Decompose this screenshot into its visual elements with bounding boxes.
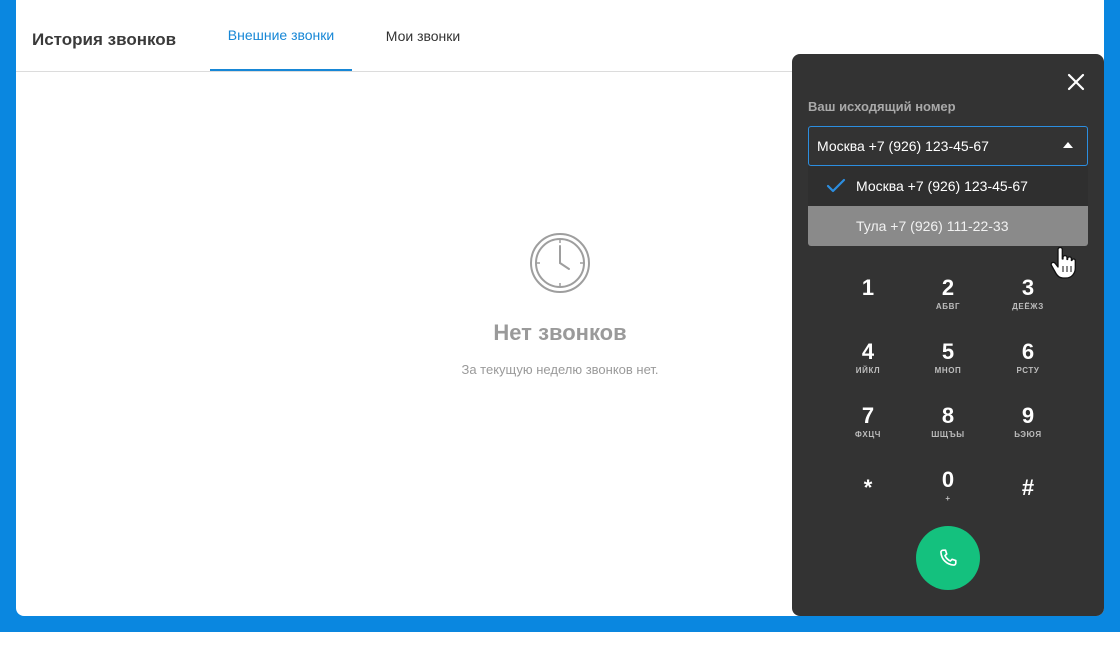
dialer-panel: Ваш исходящий номер Москва +7 (926) 123-… — [792, 54, 1104, 616]
tab-external-calls[interactable]: Внешние звонки — [210, 0, 352, 71]
option-label: Москва +7 (926) 123-45-67 — [856, 178, 1028, 194]
chevron-up-icon[interactable] — [1063, 142, 1073, 148]
close-icon[interactable] — [1064, 70, 1088, 94]
key-star[interactable]: * — [833, 461, 903, 517]
key-letters: АБВГ — [935, 302, 961, 311]
outgoing-number-label: Ваш исходящий номер — [808, 99, 956, 114]
empty-state-title: Нет звонков — [493, 320, 627, 345]
key-letters: МНОП — [934, 366, 962, 375]
key-7[interactable]: 7 ФХЦЧ — [833, 397, 903, 453]
key-letters: ДЕЁЖЗ — [1012, 302, 1044, 311]
tab-my-calls[interactable]: Мои звонки — [368, 0, 478, 71]
phone-icon — [940, 549, 957, 566]
empty-state: Нет звонков За текущую неделю звонков не… — [360, 232, 760, 377]
key-6[interactable]: 6 РСТУ — [993, 333, 1063, 389]
key-letters: ФХЦЧ — [854, 430, 882, 439]
call-button[interactable] — [916, 526, 980, 590]
key-1[interactable]: 1 — [833, 269, 903, 325]
key-5[interactable]: 5 МНОП — [913, 333, 983, 389]
key-0[interactable]: 0 + — [913, 461, 983, 517]
key-digit: 1 — [861, 275, 875, 300]
dropdown-option-tula[interactable]: Тула +7 (926) 111-22-33 — [808, 206, 1088, 246]
dropdown-option-moscow[interactable]: Москва +7 (926) 123-45-67 — [808, 166, 1088, 206]
key-digit: 9 — [1021, 403, 1035, 428]
key-digit: 2 — [941, 275, 955, 300]
key-letters: РСТУ — [1016, 366, 1040, 375]
empty-state-subtitle: За текущую неделю звонков нет. — [461, 362, 659, 377]
key-digit: 8 — [941, 403, 955, 428]
key-digit: 0 — [941, 467, 955, 492]
key-digit: 4 — [861, 339, 875, 364]
key-9[interactable]: 9 ЬЭЮЯ — [993, 397, 1063, 453]
key-digit: * — [863, 475, 873, 500]
option-label: Тула +7 (926) 111-22-33 — [856, 218, 1009, 234]
check-icon — [826, 178, 846, 193]
key-letters: + — [945, 494, 951, 503]
selected-number: Москва +7 (926) 123-45-67 — [817, 138, 989, 154]
key-3[interactable]: 3 ДЕЁЖЗ — [993, 269, 1063, 325]
clock-icon — [530, 233, 590, 293]
key-letters: ШЩЪЫ — [931, 430, 965, 439]
key-2[interactable]: 2 АБВГ — [913, 269, 983, 325]
key-digit: 5 — [941, 339, 955, 364]
key-digit: # — [1021, 475, 1035, 500]
page-title: История звонков — [32, 30, 177, 49]
key-digit: 7 — [861, 403, 875, 428]
key-letters: ЬЭЮЯ — [1014, 430, 1042, 439]
outgoing-number-select[interactable]: Москва +7 (926) 123-45-67 — [808, 126, 1088, 166]
key-4[interactable]: 4 ИЙКЛ — [833, 333, 903, 389]
key-digit: 3 — [1021, 275, 1035, 300]
key-hash[interactable]: # — [993, 461, 1063, 517]
key-letters: ИЙКЛ — [855, 366, 881, 375]
key-8[interactable]: 8 ШЩЪЫ — [913, 397, 983, 453]
outgoing-number-dropdown: Москва +7 (926) 123-45-67 Тула +7 (926) … — [808, 166, 1088, 246]
key-digit: 6 — [1021, 339, 1035, 364]
